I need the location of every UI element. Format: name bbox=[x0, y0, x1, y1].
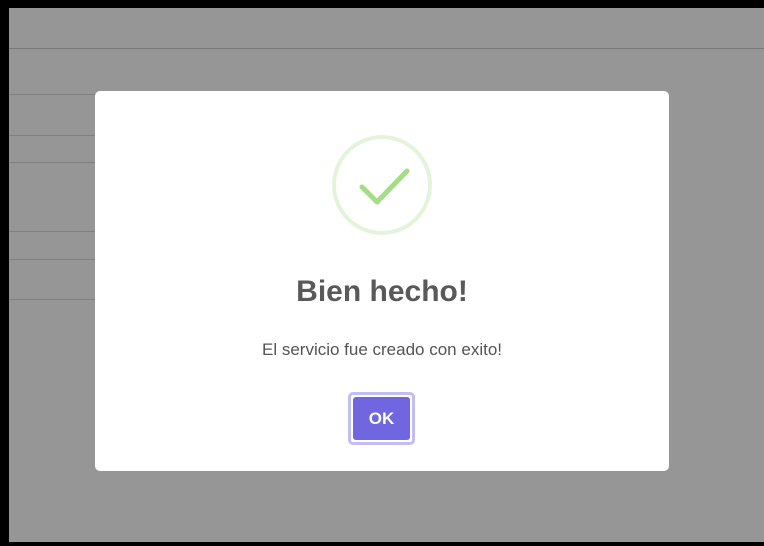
background-divider bbox=[9, 162, 99, 163]
dialog-title: Bien hecho! bbox=[296, 275, 468, 308]
background-divider bbox=[9, 259, 99, 260]
ok-button-label: OK bbox=[353, 397, 410, 440]
dialog-message: El servicio fue creado con exito! bbox=[261, 340, 502, 359]
success-dialog: Bien hecho! El servicio fue creado con e… bbox=[95, 91, 669, 471]
ok-button[interactable]: OK bbox=[348, 392, 415, 445]
success-check-icon bbox=[332, 135, 432, 235]
background-divider bbox=[9, 94, 99, 95]
background-header bbox=[9, 8, 764, 49]
background-divider bbox=[9, 299, 99, 300]
checkmark-icon bbox=[359, 168, 410, 205]
background-divider bbox=[9, 135, 99, 136]
screen-frame: Bien hecho! El servicio fue creado con e… bbox=[0, 0, 764, 546]
background-divider bbox=[9, 231, 99, 232]
